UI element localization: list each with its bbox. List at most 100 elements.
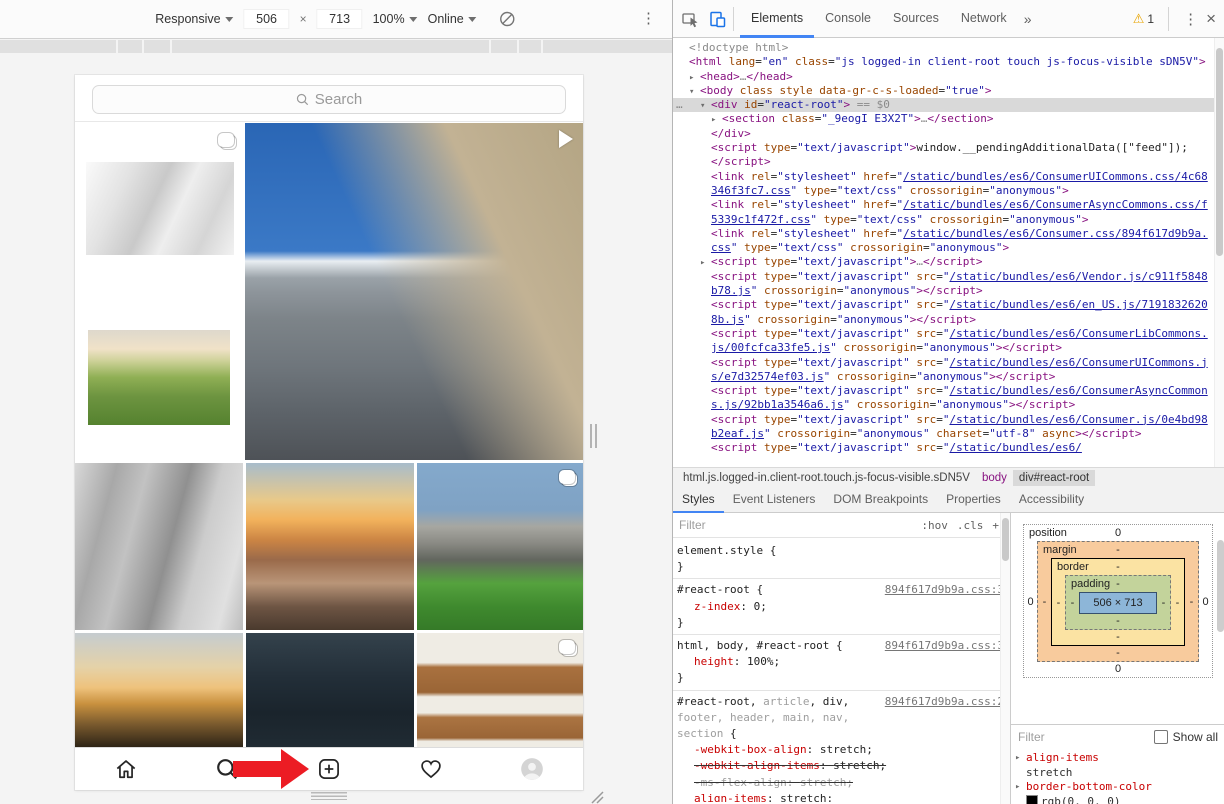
warning-badge[interactable]: ⚠ 1 [1133, 11, 1154, 27]
position-left-value[interactable]: 0 [1024, 596, 1037, 608]
media-query-segment[interactable] [172, 40, 489, 53]
rotate-device-icon[interactable] [499, 10, 517, 28]
more-tabs-icon[interactable]: » [1018, 11, 1038, 27]
tab-elements[interactable]: Elements [740, 0, 814, 38]
toggle-hover-state-button[interactable]: :hov [921, 519, 948, 532]
box-model-margin-layer[interactable]: margin- - border- - padding- [1037, 541, 1199, 662]
margin-left-value[interactable]: - [1038, 596, 1051, 608]
dom-tree-node[interactable]: ▸<script type="text/javascript">…</scrip… [673, 255, 1216, 269]
dom-tree-node[interactable]: <script type="text/javascript" src="/sta… [673, 356, 1216, 385]
media-query-segment[interactable] [118, 40, 142, 53]
css-rule[interactable]: 894f617d9b9a.css:3#react-root {z-index: … [673, 579, 1010, 635]
box-model-position-layer[interactable]: position0 0 margin- - border- - [1023, 524, 1213, 678]
tab-dom-breakpoints[interactable]: DOM Breakpoints [824, 487, 937, 513]
css-property[interactable]: -webkit-align-items: stretch; [677, 758, 1004, 774]
padding-bottom-value[interactable]: - [1116, 615, 1120, 627]
show-all-checkbox[interactable] [1154, 730, 1168, 744]
tab-sources[interactable]: Sources [882, 0, 950, 38]
dom-tree-node[interactable]: </div> [673, 127, 1216, 141]
computed-property[interactable]: ▸border-bottom-color [1011, 780, 1224, 795]
collapse-arrow-icon[interactable]: ▾ [689, 85, 694, 99]
expand-arrow-icon[interactable]: ▸ [1015, 751, 1020, 766]
margin-top-value[interactable]: - [1116, 544, 1120, 556]
dom-tree-node[interactable]: ▸<section class="_9eogI E3X2T">…</sectio… [673, 112, 1216, 126]
photo-city-sunset[interactable] [246, 463, 414, 630]
photo-grass-field[interactable] [88, 330, 230, 425]
viewport-resize-handle-right[interactable] [590, 424, 597, 448]
tab-accessibility[interactable]: Accessibility [1010, 487, 1093, 513]
media-query-bar[interactable] [0, 40, 672, 53]
search-input[interactable]: Search [92, 85, 566, 114]
dom-tree-node[interactable]: <script type="text/javascript" src="/sta… [673, 298, 1216, 327]
tab-console[interactable]: Console [814, 0, 882, 38]
dom-tree-node[interactable]: <link rel="stylesheet" href="/static/bun… [673, 198, 1216, 227]
styles-scrollbar[interactable] [1000, 513, 1010, 804]
dom-tree-node[interactable]: <script type="text/javascript" src="/sta… [673, 327, 1216, 356]
tab-network[interactable]: Network [950, 0, 1018, 38]
media-query-segment[interactable] [543, 40, 672, 53]
margin-bottom-value[interactable]: - [1116, 647, 1120, 659]
photo-forest-bw[interactable] [75, 463, 243, 630]
css-rule[interactable]: element.style {} [673, 540, 1010, 579]
dom-tree-node[interactable]: <link rel="stylesheet" href="/static/bun… [673, 227, 1216, 256]
activity-heart-icon[interactable] [418, 756, 444, 782]
media-query-segment[interactable] [491, 40, 517, 53]
viewport-resize-handle-bottom[interactable] [311, 792, 347, 800]
css-property[interactable]: -webkit-box-align: stretch; [677, 742, 1004, 758]
tab-styles[interactable]: Styles [673, 487, 724, 513]
media-query-segment[interactable] [144, 40, 170, 53]
photo-veil-grayscale[interactable] [86, 162, 234, 255]
box-model-content-size[interactable]: 506 × 713 [1079, 592, 1157, 614]
media-query-segment[interactable] [519, 40, 541, 53]
stylesheet-link[interactable]: 894f617d9b9a.css:3 [885, 638, 1004, 654]
expand-arrow-icon[interactable]: ▸ [689, 71, 694, 85]
dom-tree-node[interactable]: </script> [673, 155, 1216, 169]
viewport-width-input[interactable]: 506 [244, 9, 290, 29]
throttling-dropdown[interactable]: Online [428, 12, 477, 26]
dom-tree-node[interactable]: <!doctype html> [673, 41, 1216, 55]
multi-select-icon[interactable] [218, 133, 234, 147]
css-property[interactable]: align-items: stretch; [677, 791, 1004, 802]
border-top-value[interactable]: - [1116, 561, 1120, 573]
dom-tree-node[interactable]: ▸<head>…</head> [673, 70, 1216, 84]
stylesheet-link[interactable]: 894f617d9b9a.css:3 [885, 582, 1004, 598]
dom-tree-node[interactable]: <script type="text/javascript" src="/sta… [673, 441, 1216, 455]
breadcrumb-body[interactable]: body [976, 470, 1013, 486]
padding-left-value[interactable]: - [1066, 597, 1079, 609]
border-left-value[interactable]: - [1052, 597, 1065, 609]
css-property[interactable]: height: 100%; [677, 654, 1004, 670]
dom-tree-node[interactable]: ▾<body class style data-gr-c-s-loaded="t… [673, 84, 1216, 98]
breadcrumb-html[interactable]: html.js.logged-in.client-root.touch.js-f… [677, 470, 976, 486]
zoom-dropdown[interactable]: 100% [373, 12, 418, 26]
css-property[interactable]: z-index: 0; [677, 599, 1004, 615]
viewport-resize-corner[interactable] [588, 788, 604, 804]
new-post-icon[interactable] [316, 756, 342, 782]
dom-tree-node[interactable]: <link rel="stylesheet" href="/static/bun… [673, 170, 1216, 199]
photo-building-grass[interactable] [417, 463, 583, 630]
photo-mountain-road[interactable] [245, 123, 583, 460]
css-property[interactable]: -ms-flex-align: stretch; [677, 775, 1004, 791]
stylesheet-link[interactable]: 894f617d9b9a.css:2 [885, 694, 1004, 710]
collapse-arrow-icon[interactable]: ▾ [700, 99, 705, 113]
dom-tree-node[interactable]: <script type="text/javascript">window.__… [673, 141, 1216, 155]
dom-scrollbar-thumb[interactable] [1216, 48, 1223, 256]
viewport-height-input[interactable]: 713 [317, 9, 363, 29]
dom-scrollbar[interactable] [1214, 38, 1224, 467]
toggle-device-toolbar-icon[interactable] [708, 10, 727, 28]
position-top-value[interactable]: 0 [1115, 527, 1121, 539]
profile-avatar-icon[interactable] [519, 756, 545, 782]
media-query-segment[interactable] [0, 40, 116, 53]
expand-arrow-icon[interactable]: ▸ [1015, 780, 1020, 795]
position-right-value[interactable]: 0 [1199, 596, 1212, 608]
tab-event-listeners[interactable]: Event Listeners [724, 487, 825, 513]
tab-properties[interactable]: Properties [937, 487, 1010, 513]
padding-right-value[interactable]: - [1157, 597, 1170, 609]
styles-scrollbar-thumb[interactable] [1002, 518, 1009, 561]
device-type-dropdown[interactable]: Responsive [155, 12, 233, 26]
css-rule[interactable]: 894f617d9b9a.css:3html, body, #react-roo… [673, 635, 1010, 691]
styles-filter-input[interactable]: Filter [679, 518, 921, 532]
padding-top-value[interactable]: - [1116, 578, 1120, 590]
toggle-class-button[interactable]: .cls [957, 519, 984, 532]
devtools-menu-icon[interactable]: ⋮ [1183, 10, 1198, 28]
box-model-border-layer[interactable]: border- - padding- - 506 × 713 [1051, 558, 1185, 646]
